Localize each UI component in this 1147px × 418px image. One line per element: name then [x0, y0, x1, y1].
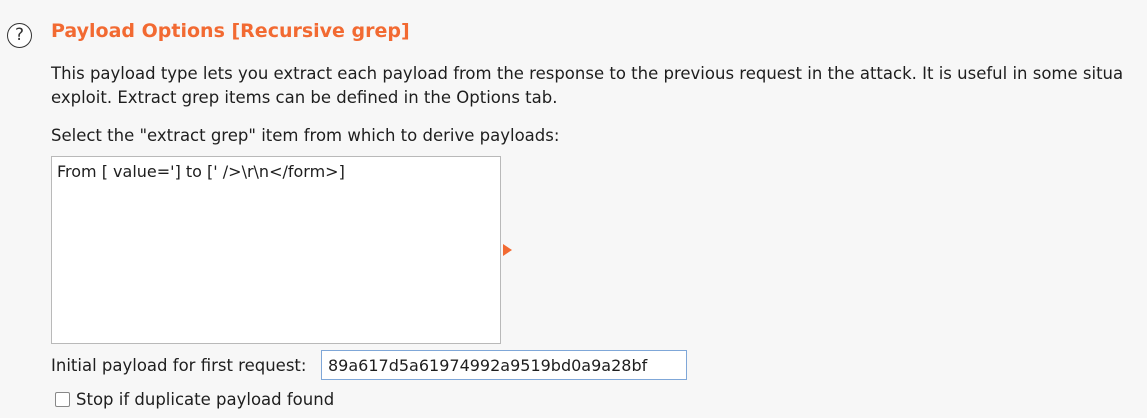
- description-line-1: This payload type lets you extract each …: [51, 64, 1124, 83]
- extract-grep-label: Select the "extract grep" item from whic…: [51, 126, 560, 145]
- initial-payload-label: Initial payload for first request:: [51, 356, 307, 375]
- section-title: Payload Options [Recursive grep]: [51, 20, 410, 42]
- stop-duplicate-checkbox[interactable]: [55, 392, 70, 407]
- list-item[interactable]: From [ value='] to [' />\r\n</form>]: [57, 161, 495, 183]
- payload-options-panel: ? Payload Options [Recursive grep] This …: [0, 0, 1147, 418]
- description-line-2: exploit. Extract grep items can be defin…: [51, 88, 558, 107]
- help-icon[interactable]: ?: [7, 23, 32, 48]
- stop-duplicate-option[interactable]: Stop if duplicate payload found: [55, 390, 334, 409]
- section-description: This payload type lets you extract each …: [51, 62, 1123, 110]
- initial-payload-input[interactable]: [321, 350, 687, 380]
- expand-arrow-icon[interactable]: [503, 244, 512, 256]
- extract-grep-list[interactable]: From [ value='] to [' />\r\n</form>]: [51, 156, 501, 344]
- stop-duplicate-label: Stop if duplicate payload found: [76, 390, 335, 409]
